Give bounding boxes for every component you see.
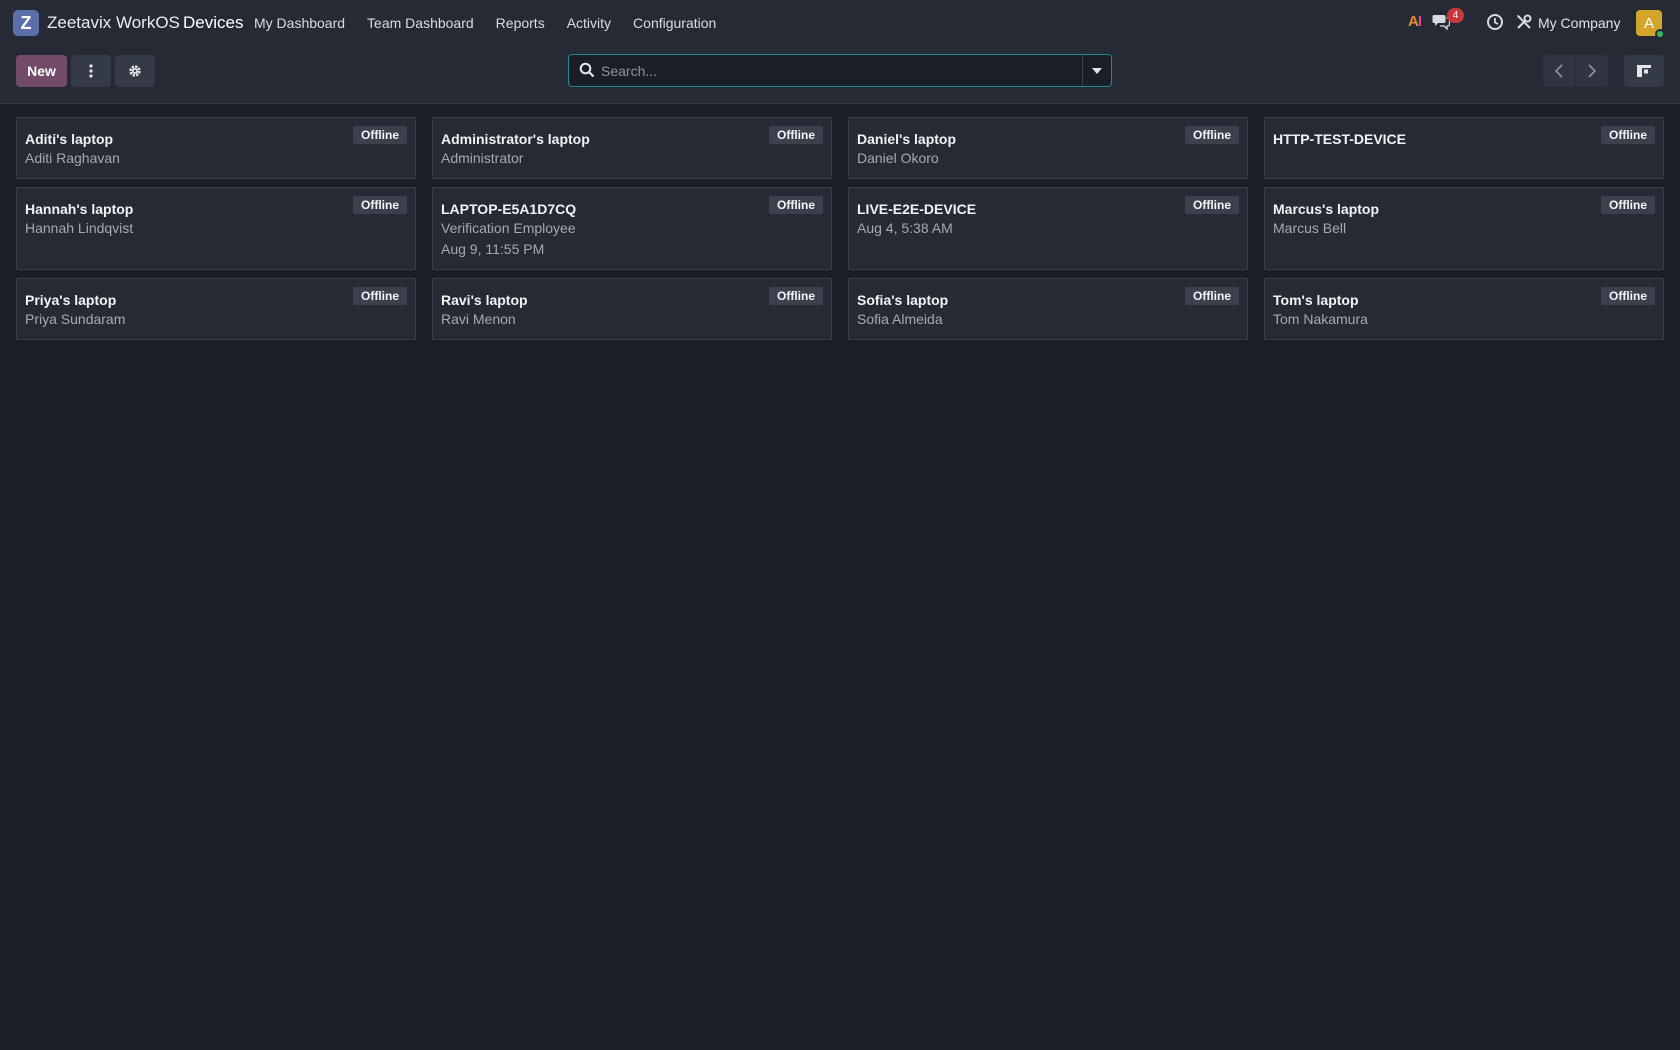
device-detail: Aditi Raghavan <box>25 150 120 166</box>
control-panel: New <box>0 46 1680 104</box>
chevron-right-icon <box>1587 64 1596 78</box>
device-name: Priya's laptop <box>25 292 117 308</box>
menu-item-reports[interactable]: Reports <box>496 15 545 31</box>
status-badge: Offline <box>353 126 407 144</box>
app-name[interactable]: Devices <box>183 13 243 33</box>
status-badge: Offline <box>1601 126 1655 144</box>
device-name: Hannah's laptop <box>25 201 134 217</box>
device-card[interactable]: Aditi's laptop Aditi Raghavan Offline <box>16 117 416 179</box>
chevron-left-icon <box>1555 64 1563 78</box>
device-detail: Tom Nakamura <box>1273 311 1368 327</box>
status-badge: Offline <box>353 287 407 305</box>
status-badge: Offline <box>769 287 823 305</box>
app-logo-icon[interactable]: Z <box>13 10 39 36</box>
device-name: HTTP-TEST-DEVICE <box>1273 131 1407 147</box>
device-owner: Verification Employee <box>441 220 576 236</box>
gear-icon <box>129 65 141 77</box>
search-bar <box>568 54 1112 87</box>
top-navbar: Z Zeetavix WorkOS Devices My Dashboard T… <box>0 0 1680 46</box>
device-detail: Aug 9, 11:55 PM <box>441 241 545 257</box>
brand-name: Zeetavix WorkOS <box>47 13 180 32</box>
vertical-dots-icon <box>89 64 93 78</box>
presence-dot-icon <box>1655 29 1665 39</box>
status-badge: Offline <box>353 196 407 214</box>
device-name: Ravi's laptop <box>441 292 528 308</box>
pager <box>1543 55 1608 87</box>
search-input[interactable] <box>601 55 1071 86</box>
more-actions-button[interactable] <box>71 55 111 87</box>
device-detail: Marcus Bell <box>1273 220 1347 236</box>
device-detail: Daniel Okoro <box>857 150 939 166</box>
device-name: LAPTOP-E5A1D7CQ <box>441 201 577 217</box>
clock-icon[interactable] <box>1486 13 1504 36</box>
pager-next-button[interactable] <box>1575 55 1607 87</box>
chat-badge: 4 <box>1447 8 1464 23</box>
device-detail: Hannah Lindqvist <box>25 220 134 236</box>
device-card[interactable]: HTTP-TEST-DEVICE Offline <box>1264 117 1664 179</box>
status-badge: Offline <box>1185 287 1239 305</box>
device-name: Aditi's laptop <box>25 131 114 147</box>
device-card[interactable]: Marcus's laptop Marcus Bell Offline <box>1264 187 1664 270</box>
device-detail: Ravi Menon <box>441 311 516 327</box>
settings-button[interactable] <box>115 55 155 87</box>
device-name: LIVE-E2E-DEVICE <box>857 201 977 217</box>
device-card[interactable]: Daniel's laptop Daniel Okoro Offline <box>848 117 1248 179</box>
status-badge: Offline <box>1185 126 1239 144</box>
status-badge: Offline <box>1185 196 1239 214</box>
device-name: Sofia's laptop <box>857 292 949 308</box>
status-badge: Offline <box>769 196 823 214</box>
device-card[interactable]: Ravi's laptop Ravi Menon Offline <box>432 278 832 340</box>
device-name: Tom's laptop <box>1273 292 1359 308</box>
menu-item-my-dashboard[interactable]: My Dashboard <box>254 15 345 31</box>
device-name: Daniel's laptop <box>857 131 957 147</box>
device-kanban: Aditi's laptop Aditi Raghavan Offline Admin… <box>16 117 1664 348</box>
caret-down-icon <box>1092 67 1102 74</box>
new-button[interactable]: New <box>16 55 67 87</box>
device-card[interactable]: Tom's laptop Tom Nakamura Offline <box>1264 278 1664 340</box>
status-badge: Offline <box>769 126 823 144</box>
device-card[interactable]: Priya's laptop Priya Sundaram Offline <box>16 278 416 340</box>
chat-icon[interactable]: 4 <box>1432 8 1464 35</box>
device-detail: Sofia Almeida <box>857 311 943 327</box>
device-name: Marcus's laptop <box>1273 201 1380 217</box>
menu-item-activity[interactable]: Activity <box>567 15 611 31</box>
device-name: Administrator's laptop <box>441 131 590 147</box>
status-badge: Offline <box>1601 287 1655 305</box>
main-menu: My Dashboard Team Dashboard Reports Acti… <box>254 15 738 31</box>
tools-icon[interactable] <box>1515 13 1533 36</box>
device-detail: Aug 4, 5:38 AM <box>857 220 953 236</box>
device-card[interactable]: LAPTOP-E5A1D7CQ Verification Employee Aug … <box>432 187 832 270</box>
kanban-view-icon <box>1637 65 1651 77</box>
search-icon <box>579 62 595 83</box>
device-detail: Priya Sundaram <box>25 311 126 327</box>
company-switcher[interactable]: My Company <box>1538 15 1620 31</box>
device-card[interactable]: Hannah's laptop Hannah Lindqvist Offline <box>16 187 416 270</box>
device-card[interactable]: LIVE-E2E-DEVICE Aug 4, 5:38 AM Offline <box>848 187 1248 270</box>
ai-assistant-icon[interactable]: AI <box>1408 13 1422 30</box>
search-options-toggle[interactable] <box>1082 55 1111 86</box>
status-badge: Offline <box>1601 196 1655 214</box>
menu-item-configuration[interactable]: Configuration <box>633 15 716 31</box>
user-avatar[interactable]: A <box>1636 10 1665 39</box>
device-card[interactable]: Sofia's laptop Sofia Almeida Offline <box>848 278 1248 340</box>
device-card[interactable]: Administrator's laptop Administrator Offli… <box>432 117 832 179</box>
menu-item-team-dashboard[interactable]: Team Dashboard <box>367 15 474 31</box>
kanban-view-button[interactable] <box>1624 55 1664 87</box>
pager-previous-button[interactable] <box>1543 55 1575 87</box>
device-detail: Administrator <box>441 150 524 166</box>
